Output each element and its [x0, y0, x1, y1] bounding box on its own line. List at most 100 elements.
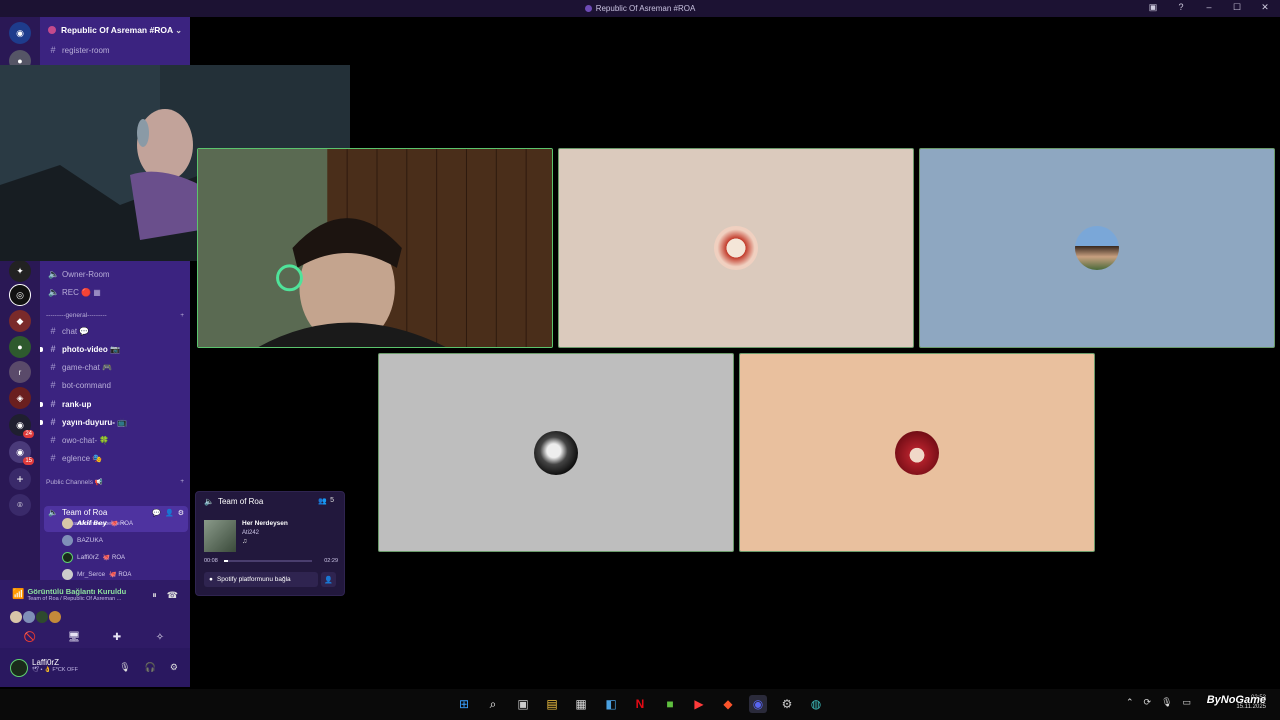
avatar: [62, 534, 73, 546]
explore-icon[interactable]: ⌾: [9, 494, 31, 516]
app-icon[interactable]: ▦: [572, 695, 590, 713]
maximize-button[interactable]: ☐: [1230, 2, 1244, 13]
hash-icon: #: [50, 344, 56, 354]
channel-yayin-duyuru[interactable]: # yayın-duyuru- 📺: [40, 414, 190, 430]
chat-icon[interactable]: 💬: [152, 509, 161, 517]
voice-user[interactable]: Laffi0rZ 🐙 ROA: [62, 549, 125, 565]
minecraft-icon[interactable]: ■: [661, 695, 679, 713]
add-member-icon[interactable]: 👤: [165, 509, 174, 517]
inbox-icon[interactable]: ▣: [1146, 2, 1160, 13]
server-icon[interactable]: ◉ 15: [9, 441, 34, 465]
channel-game-chat[interactable]: # game-chat 🎮: [40, 359, 190, 375]
system-tray: ⌃ ⟳ 🎙 ▭: [1126, 697, 1191, 708]
video-tile-user[interactable]: [558, 148, 914, 348]
connect-spotify-button[interactable]: ● Spotify platformunu bağla: [204, 572, 318, 587]
disconnect-icon[interactable]: ☎: [167, 590, 178, 601]
app-icon[interactable]: ◍: [807, 695, 825, 713]
server-icon: [584, 5, 592, 12]
speaker-icon: 🔈: [48, 286, 60, 297]
server-icon[interactable]: r: [9, 361, 31, 383]
microphone-icon[interactable]: 🎙: [1161, 697, 1172, 708]
search-icon[interactable]: ⌕: [484, 695, 502, 713]
camera-off-button[interactable]: 🚫: [12, 628, 48, 646]
channel-eglence[interactable]: # eglence 🎭: [40, 450, 190, 466]
chevron-down-icon[interactable]: ⌄: [175, 26, 182, 35]
add-channel-icon[interactable]: +: [180, 478, 184, 486]
server-icon[interactable]: ◈: [9, 387, 31, 409]
soundboard-button[interactable]: ✧: [142, 628, 178, 646]
noise-suppression-icon[interactable]: ⏸: [152, 590, 157, 601]
close-button[interactable]: ✕: [1258, 2, 1272, 13]
add-server-icon[interactable]: +: [9, 468, 31, 490]
speaker-icon: 🔈: [48, 268, 60, 279]
user-panel: Laffi0rZ 🕊 • 👌 F*CK OFF 🎙 🎧 ⚙: [0, 648, 190, 687]
start-icon[interactable]: ⊞: [455, 695, 473, 713]
server-badge-icon: [48, 26, 56, 34]
server-icon[interactable]: ●: [9, 336, 31, 358]
category-public-channels[interactable]: Public Channels 📢 +: [46, 478, 184, 486]
headphones-icon[interactable]: 🎧: [145, 662, 156, 673]
avatar: [36, 611, 48, 623]
channel-rank-up[interactable]: # rank-up: [40, 396, 190, 412]
media-player-icon[interactable]: ▶: [690, 695, 708, 713]
hash-icon: #: [50, 362, 56, 372]
song-title: Her Nerdeysen: [242, 520, 288, 527]
task-view-icon[interactable]: ▣: [514, 695, 532, 713]
progress-track[interactable]: [224, 560, 312, 562]
server-icon[interactable]: ◆: [9, 310, 31, 332]
mention-badge: 15: [23, 457, 34, 465]
progress-fill: [224, 560, 229, 562]
album-art: [204, 520, 236, 552]
channel-label: bot-command: [62, 380, 111, 390]
server-header[interactable]: Republic Of Asreman #ROA ⌄: [40, 17, 190, 43]
display-icon[interactable]: ▭: [1183, 697, 1192, 708]
video-tile-user[interactable]: [919, 148, 1275, 348]
avatar[interactable]: [10, 659, 28, 677]
avatar: [62, 551, 73, 563]
microphone-icon[interactable]: 🎙: [119, 662, 130, 673]
sync-icon[interactable]: ⟳: [1144, 697, 1152, 708]
direct-messages-icon[interactable]: ◉: [9, 22, 31, 44]
store-icon[interactable]: ◧: [602, 695, 620, 713]
brave-browser-icon[interactable]: ◆: [719, 695, 737, 713]
time-start: 00:08: [204, 558, 218, 564]
netflix-icon[interactable]: N: [631, 695, 649, 713]
hash-icon: #: [50, 399, 56, 409]
category-general[interactable]: ---------general--------- +: [46, 312, 184, 319]
voice-user-tag: 🐙 ROA: [109, 571, 132, 578]
voice-user[interactable]: BAZUKA: [62, 532, 103, 548]
minimize-button[interactable]: –: [1202, 2, 1216, 13]
channel-photo-video[interactable]: # photo-video 📷: [40, 341, 190, 357]
server-icon[interactable]: ✦: [9, 260, 31, 282]
channel-chat[interactable]: # chat 💬: [40, 323, 190, 339]
add-user-button[interactable]: 👤: [321, 572, 336, 587]
channel-label: photo-video 📷: [62, 344, 120, 354]
server-icon[interactable]: ◎: [9, 284, 31, 306]
voice-channel-rec[interactable]: 🔈 REC 🔴 ▦: [40, 284, 190, 300]
server-icon[interactable]: ◉ 24: [9, 414, 34, 438]
gear-icon[interactable]: ⚙: [170, 662, 178, 673]
voice-user-name: Mr_Serce: [77, 570, 106, 578]
activities-button[interactable]: ✚: [99, 628, 135, 646]
video-tile-user[interactable]: [378, 353, 734, 552]
gear-icon[interactable]: ⚙: [178, 509, 184, 517]
speaker-icon: 🔈: [204, 497, 214, 506]
video-tile-camera[interactable]: [197, 148, 553, 348]
chevron-up-icon[interactable]: ⌃: [1126, 697, 1134, 708]
users-icon: 👥: [318, 498, 328, 505]
channel-owo-chat[interactable]: # owo-chat- 🍀: [40, 432, 190, 448]
channel-bot-command[interactable]: # bot-command: [40, 377, 190, 393]
voice-status[interactable]: 📶 Görüntülü Bağlantı Kuruldu Team of Roa…: [12, 587, 126, 602]
help-icon[interactable]: ?: [1174, 2, 1188, 13]
window-title-text: Republic Of Asreman #ROA: [595, 4, 696, 13]
hash-icon: #: [50, 380, 56, 390]
screen-share-button[interactable]: 🖥: [56, 628, 92, 646]
channel-register-room[interactable]: # register-room: [40, 42, 190, 58]
discord-icon[interactable]: ◉: [749, 695, 767, 713]
steam-icon[interactable]: ⚙: [778, 695, 796, 713]
video-tile-user[interactable]: [739, 353, 1095, 552]
add-channel-icon[interactable]: +: [180, 312, 184, 319]
voice-user[interactable]: 𝘼𝙠𝙞𝙛 𝘽𝙚𝙮 🐙 ROA: [62, 515, 133, 531]
file-explorer-icon[interactable]: ▤: [543, 695, 561, 713]
voice-channel-owner-room[interactable]: 🔈 Owner-Room: [40, 266, 190, 282]
